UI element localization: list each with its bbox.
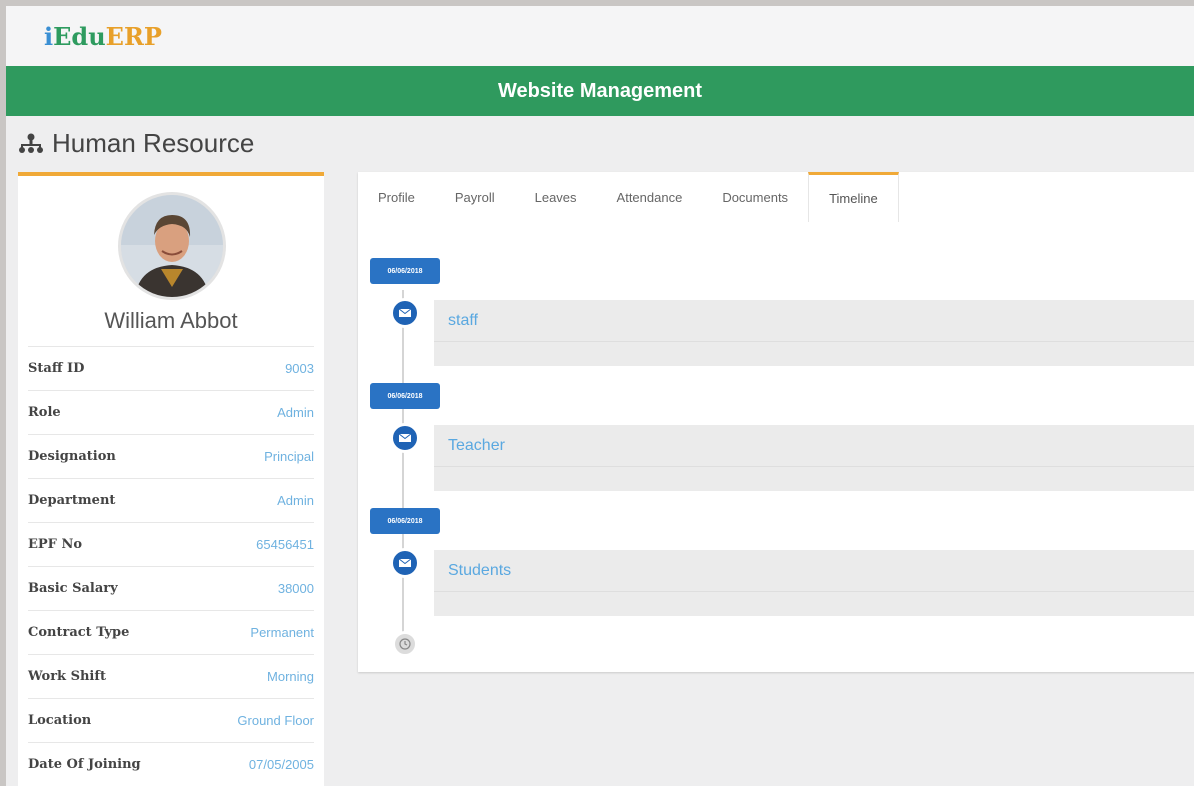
tab-documents[interactable]: Documents <box>702 172 808 222</box>
info-row-staff-id: Staff ID 9003 <box>28 346 314 390</box>
info-row-role: Role Admin <box>28 390 314 434</box>
info-value[interactable]: Ground Floor <box>237 713 314 728</box>
tab-leaves[interactable]: Leaves <box>515 172 597 222</box>
envelope-icon <box>390 548 420 578</box>
info-row-date-of-joining: Date Of Joining 07/05/2005 <box>28 742 314 786</box>
info-value[interactable]: Admin <box>277 493 314 508</box>
timeline-line <box>402 290 404 650</box>
clock-icon <box>392 631 418 657</box>
logo-part-edu: Edu <box>53 22 106 51</box>
avatar <box>118 192 226 300</box>
profile-info-list: Staff ID 9003 Role Admin Designation Pri… <box>28 346 314 786</box>
timeline-date-badge: 06/06/2018 <box>370 383 440 409</box>
info-value[interactable]: 07/05/2005 <box>249 757 314 772</box>
info-label: Date Of Joining <box>28 757 141 772</box>
info-row-department: Department Admin <box>28 478 314 522</box>
info-value[interactable]: 9003 <box>285 361 314 376</box>
info-label: Staff ID <box>28 361 85 376</box>
org-chart-icon <box>19 133 43 153</box>
logo-part-erp: ERP <box>105 22 162 51</box>
info-value[interactable]: 65456451 <box>256 537 314 552</box>
envelope-icon <box>390 298 420 328</box>
profile-card: William Abbot Staff ID 9003 Role Admin D… <box>18 172 324 786</box>
avatar-photo-icon <box>121 195 223 297</box>
info-label: Role <box>28 405 61 420</box>
info-value[interactable]: Admin <box>277 405 314 420</box>
info-label: EPF No <box>28 537 82 552</box>
banner-title: Website Management <box>497 79 703 102</box>
info-label: Department <box>28 493 116 508</box>
timeline-item-title[interactable]: Teacher <box>434 425 1194 467</box>
tab-payroll[interactable]: Payroll <box>435 172 515 222</box>
info-value[interactable]: Morning <box>267 669 314 684</box>
profile-name: William Abbot <box>104 308 238 333</box>
info-row-location: Location Ground Floor <box>28 698 314 742</box>
timeline-item: staff <box>434 300 1194 366</box>
module-banner: Website Management <box>6 66 1194 116</box>
info-row-work-shift: Work Shift Morning <box>28 654 314 698</box>
tab-timeline[interactable]: Timeline <box>808 172 899 222</box>
info-label: Contract Type <box>28 625 130 640</box>
timeline-date-badge: 06/06/2018 <box>370 508 440 534</box>
page-title: Human Resource <box>18 128 254 159</box>
info-label: Basic Salary <box>28 581 118 596</box>
envelope-icon <box>390 423 420 453</box>
timeline-item: Teacher <box>434 425 1194 491</box>
profile-details-panel: Profile Payroll Leaves Attendance Docume… <box>358 172 1194 672</box>
info-value[interactable]: Principal <box>264 449 314 464</box>
tab-profile[interactable]: Profile <box>358 172 435 222</box>
timeline-item-title[interactable]: Students <box>434 550 1194 592</box>
info-label: Location <box>28 713 92 728</box>
timeline-item: Students <box>434 550 1194 616</box>
app-window: iEduERP Website Management Human Resourc… <box>6 6 1194 786</box>
info-label: Work Shift <box>28 669 106 684</box>
info-row-epf-no: EPF No 65456451 <box>28 522 314 566</box>
tab-bar: Profile Payroll Leaves Attendance Docume… <box>358 172 899 222</box>
info-label: Designation <box>28 449 116 464</box>
info-row-designation: Designation Principal <box>28 434 314 478</box>
info-row-contract-type: Contract Type Permanent <box>28 610 314 654</box>
timeline-item-title[interactable]: staff <box>434 300 1194 342</box>
timeline-date-badge: 06/06/2018 <box>370 258 440 284</box>
tab-attendance[interactable]: Attendance <box>597 172 703 222</box>
logo-part-i: i <box>44 22 54 51</box>
info-value[interactable]: 38000 <box>278 581 314 596</box>
info-value[interactable]: Permanent <box>250 625 314 640</box>
top-bar: iEduERP <box>6 6 1194 66</box>
info-row-basic-salary: Basic Salary 38000 <box>28 566 314 610</box>
page-title-text: Human Resource <box>52 128 255 158</box>
app-logo[interactable]: iEduERP <box>44 22 162 51</box>
